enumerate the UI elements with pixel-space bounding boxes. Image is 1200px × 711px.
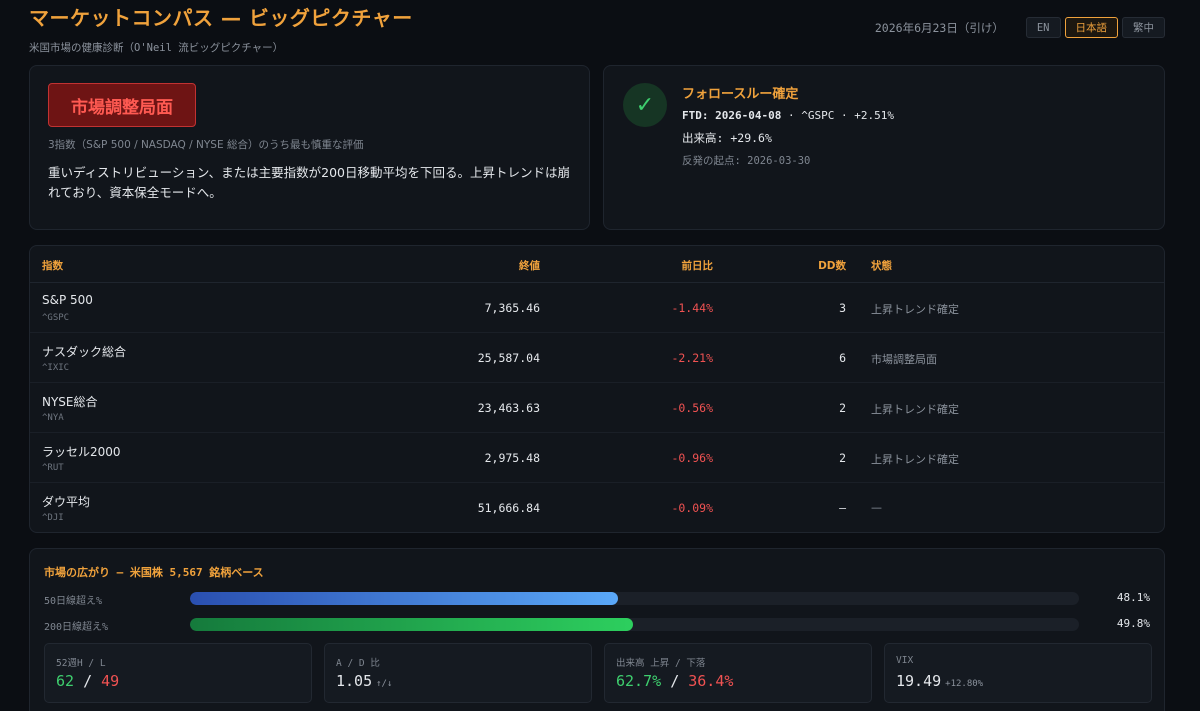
regime-caption: 3指数（S&P 500 / NASDAQ / NYSE 総合）のうち最も慎重な評… <box>48 139 364 151</box>
ftd-detail: FTD: 2026-04-08 · ^GSPC · +2.51% <box>682 109 894 122</box>
index-table: 指数 終値 前日比 DD数 状態 S&P 500 ^GSPC 7,365.46 -1.… <box>29 245 1165 533</box>
index-status: 上昇トレンド確定 <box>871 303 959 316</box>
vix-change: +12.80% <box>945 679 984 689</box>
table-row[interactable]: ダウ平均 ^DJI 51,666.84 -0.09% — — <box>30 483 1164 532</box>
stat-value: 62.7% / 36.4% <box>616 672 733 690</box>
index-dd-count: 6 <box>839 351 846 365</box>
index-change: -1.44% <box>671 301 713 315</box>
index-status: 上昇トレンド確定 <box>871 403 959 416</box>
separator: / <box>670 672 680 690</box>
index-dd-count: 2 <box>839 401 846 415</box>
bar-value-50dma: 48.1% <box>1116 591 1150 604</box>
lang-button-zh-tw[interactable]: 繁中 <box>1122 17 1165 38</box>
index-ticker: ^RUT <box>42 463 64 473</box>
header-controls: 2026年6月23日（引け） EN 日本語 繁中 <box>875 17 1165 38</box>
ad-ratio-suffix: ↑/↓ <box>376 679 393 689</box>
ftd-date: 2026-04-08 <box>715 109 782 122</box>
regime-description: 重いディストリビューション、または主要指数が200日移動平均を下回る。上昇トレン… <box>48 165 570 200</box>
bar-label-50dma: 50日線超え% <box>44 596 103 607</box>
index-ticker: ^GSPC <box>42 313 70 323</box>
breadth-title: 市場の広がり — 米国株 5,567 銘柄ベース <box>44 566 264 579</box>
index-ticker: ^IXIC <box>42 363 70 373</box>
stat-label: 出来高 上昇 / 下落 <box>616 658 706 669</box>
ftd-volume: 出来高: +29.6% <box>682 131 772 145</box>
ftd-label: FTD: <box>682 109 709 122</box>
index-change: -0.56% <box>671 401 713 415</box>
market-regime-card: 市場調整局面 3指数（S&P 500 / NASDAQ / NYSE 総合）のう… <box>29 65 590 230</box>
new-highs-count: 62 <box>56 672 75 690</box>
bar-label-200dma: 200日線超え% <box>44 622 109 633</box>
app-subtitle: 米国市場の健康診断（O'Neil 流ビッグピクチャー） <box>29 42 284 54</box>
stat-value: 62 / 49 <box>56 672 119 690</box>
vix-value: 19.49 <box>896 672 942 690</box>
bar-track-200dma <box>190 618 1079 631</box>
table-row[interactable]: ラッセル2000 ^RUT 2,975.48 -0.96% 2 上昇トレンド確定 <box>30 433 1164 483</box>
follow-through-card: ✓ フォロースルー確定 FTD: 2026-04-08 · ^GSPC · +2… <box>603 65 1165 230</box>
check-icon: ✓ <box>623 83 667 127</box>
index-dd-count: 2 <box>839 451 846 465</box>
table-row[interactable]: NYSE総合 ^NYA 23,463.63 -0.56% 2 上昇トレンド確定 <box>30 383 1164 433</box>
stat-value: 1.05 ↑/↓ <box>336 672 392 690</box>
table-header: 指数 終値 前日比 DD数 状態 <box>30 246 1164 283</box>
stat-label: 52週H / L <box>56 658 106 669</box>
stat-volume-up-down: 出来高 上昇 / 下落 62.7% / 36.4% <box>604 643 872 703</box>
index-dd-count: 3 <box>839 301 846 315</box>
index-name: ラッセル2000 <box>42 445 121 459</box>
index-name: S&P 500 <box>42 293 93 307</box>
header-dd: DD数 <box>818 260 846 272</box>
index-name: NYSE総合 <box>42 395 98 409</box>
ftd-rally-start: 反発の起点: 2026-03-30 <box>682 155 811 167</box>
separator: / <box>83 672 93 690</box>
index-name: ダウ平均 <box>42 495 91 509</box>
index-status: 市場調整局面 <box>871 353 937 366</box>
header-status: 状態 <box>871 260 892 272</box>
index-close: 7,365.46 <box>484 301 540 315</box>
lang-button-ja[interactable]: 日本語 <box>1064 17 1118 38</box>
new-lows-count: 49 <box>101 672 120 690</box>
table-row[interactable]: ナスダック総合 ^IXIC 25,587.04 -2.21% 6 市場調整局面 <box>30 333 1164 383</box>
ftd-info: · ^GSPC · +2.51% <box>787 109 894 122</box>
index-dd-count: — <box>839 501 846 515</box>
index-status: — <box>871 501 882 514</box>
stat-vix: VIX 19.49 +12.80% <box>884 643 1152 703</box>
stat-value: 19.49 +12.80% <box>896 672 983 690</box>
index-change: -0.96% <box>671 451 713 465</box>
header-index: 指数 <box>42 260 63 272</box>
down-volume: 36.4% <box>688 672 734 690</box>
bar-value-200dma: 49.8% <box>1116 617 1150 630</box>
bar-fill-50dma <box>190 592 618 605</box>
stat-label: A / D 比 <box>336 658 380 669</box>
bar-fill-200dma <box>190 618 633 631</box>
index-close: 23,463.63 <box>477 401 540 415</box>
index-change: -2.21% <box>671 351 713 365</box>
ad-ratio-value: 1.05 <box>336 672 373 690</box>
bar-track-50dma <box>190 592 1079 605</box>
header-change: 前日比 <box>681 260 714 272</box>
report-date: 2026年6月23日（引け） <box>874 20 1004 35</box>
stat-52w-highs-lows: 52週H / L 62 / 49 <box>44 643 312 703</box>
index-close: 25,587.04 <box>477 351 540 365</box>
stat-ad-ratio: A / D 比 1.05 ↑/↓ <box>324 643 592 703</box>
up-volume: 62.7% <box>616 672 662 690</box>
page-header: マーケットコンパス — ビッグピクチャー 米国市場の健康診断（O'Neil 流ビ… <box>29 6 1165 56</box>
header-close: 終値 <box>519 260 540 272</box>
ftd-title: フォロースルー確定 <box>682 87 799 102</box>
index-ticker: ^NYA <box>42 413 64 423</box>
table-row[interactable]: S&P 500 ^GSPC 7,365.46 -1.44% 3 上昇トレンド確定 <box>30 283 1164 333</box>
index-status: 上昇トレンド確定 <box>871 453 959 466</box>
index-change: -0.09% <box>671 501 713 515</box>
index-close: 51,666.84 <box>477 501 540 515</box>
index-name: ナスダック総合 <box>42 345 127 359</box>
regime-badge: 市場調整局面 <box>48 83 196 127</box>
index-ticker: ^DJI <box>42 513 64 523</box>
index-close: 2,975.48 <box>484 451 540 465</box>
market-breadth-card: 市場の広がり — 米国株 5,567 銘柄ベース 50日線超え% 48.1% 2… <box>29 548 1165 711</box>
stat-label: VIX <box>896 655 914 666</box>
lang-button-en[interactable]: EN <box>1025 17 1061 38</box>
